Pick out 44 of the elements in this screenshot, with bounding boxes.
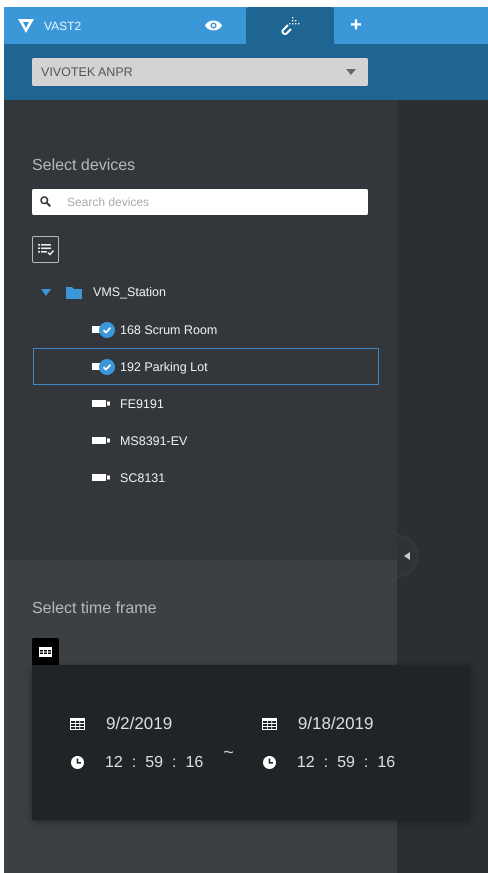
tree-item[interactable]: 168 Scrum Room: [120, 322, 218, 336]
checklist-icon: [38, 244, 54, 256]
eye-icon: [204, 20, 222, 31]
camera-icon: [92, 400, 110, 407]
caret-icon: [346, 69, 356, 75]
time-part: 16: [377, 754, 396, 772]
tree-item[interactable]: FE9191: [120, 396, 164, 410]
time-part: :: [172, 754, 176, 772]
date-field[interactable]: 9/18/2019: [298, 714, 374, 734]
time-part: :: [132, 754, 136, 772]
time-part: :: [324, 754, 328, 772]
site-dropdown[interactable]: VIVOTEK ANPR: [32, 58, 368, 86]
logo-text: VAST2: [44, 18, 82, 32]
calendar-icon: [39, 646, 52, 656]
expanded-arrow-icon[interactable]: [41, 288, 51, 296]
clock-icon: [262, 756, 276, 769]
time-part: 59: [337, 754, 355, 772]
tree-item[interactable]: 192 Parking Lot: [120, 360, 208, 374]
collapse-handle[interactable]: [397, 535, 418, 577]
time-part: 12: [296, 754, 315, 772]
camera-icon: [92, 474, 110, 481]
search-icon: [40, 196, 51, 207]
search-field[interactable]: Search devices: [32, 189, 368, 215]
time-part: 12: [105, 754, 123, 772]
folder-icon: [66, 286, 82, 298]
camera-icon: [92, 437, 110, 444]
tree-item[interactable]: SC8131: [120, 470, 166, 484]
tree-item[interactable]: VMS_Station: [93, 285, 166, 299]
time-part: 16: [186, 754, 204, 772]
list-select-button[interactable]: [32, 236, 59, 263]
calendar-icon: [262, 718, 277, 730]
calendar-button[interactable]: [32, 638, 59, 665]
tree-item[interactable]: MS8391-EV: [120, 434, 188, 448]
logo-icon: [18, 18, 34, 32]
selected-row[interactable]: 192 Parking Lot: [33, 348, 379, 385]
clock-icon: [71, 756, 84, 769]
date-field[interactable]: 9/2/2019: [106, 714, 172, 734]
range-separator: ~: [223, 742, 234, 763]
section-title: Select devices: [32, 157, 136, 175]
section-title: Select time frame: [32, 600, 158, 618]
link-icon: [279, 16, 301, 34]
time-part: :: [364, 754, 368, 772]
calendar-icon: [70, 718, 85, 730]
time-part: 59: [145, 754, 164, 772]
